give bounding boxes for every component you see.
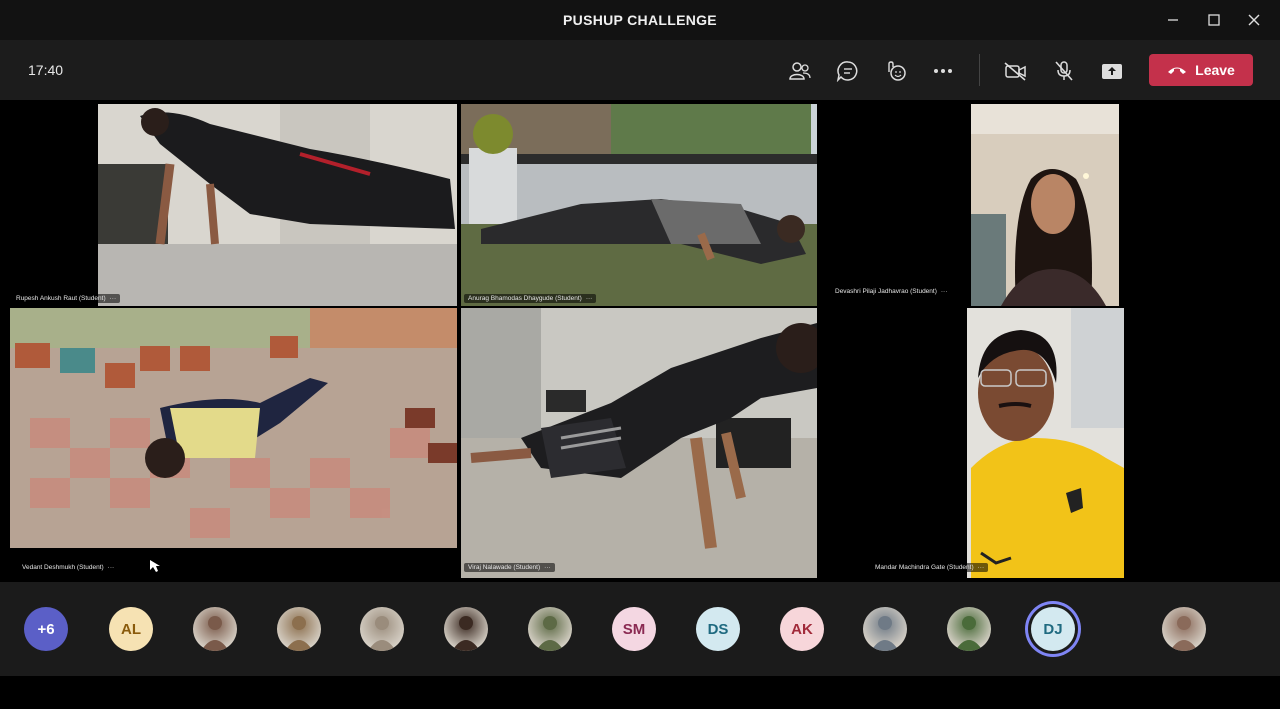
teams-meeting-window: PUSHUP CHALLENGE 17:40 Leave Rupesh Anku… (0, 0, 1280, 709)
avatar-photo-image (536, 616, 564, 651)
avatar-photo-image (368, 616, 396, 651)
participant-name-label: Vedant Deshmukh (Student) ··· (22, 564, 115, 571)
maximize-button[interactable] (1199, 8, 1229, 32)
participant-name-label: Anurag Bhamodas Dhaygude (Student) ··· (464, 294, 597, 303)
video-tile-vedant[interactable]: Vedant Deshmukh (Student) ··· (10, 308, 457, 580)
participant-name-label: Mandar Machindra Gate (Student) ··· (871, 563, 989, 572)
participant-avatar-strip: +6 AL SM DS AK DJ (0, 582, 1280, 676)
people-icon (789, 62, 811, 80)
participant-avatar-photo[interactable] (277, 607, 321, 651)
video-tile-rupesh[interactable]: Rupesh Ankush Raut (Student) ··· (10, 104, 457, 306)
participant-video-feed (461, 104, 817, 306)
video-tile-devashri[interactable]: Devashri Pilaji Jadhavrao (Student) ··· (821, 104, 1221, 306)
avatar-photo-image (1170, 616, 1198, 651)
phone-hangup-icon (1168, 67, 1187, 74)
participant-name-label: Devashri Pilaji Jadhavrao (Student) ··· (831, 287, 952, 296)
participant-avatar[interactable]: AK (780, 607, 824, 651)
camera-off-icon (1004, 62, 1026, 81)
reactions-icon (888, 61, 906, 81)
video-tile-mandar[interactable]: Mandar Machindra Gate (Student) ··· (821, 308, 1221, 578)
avatar-initials: DJ (1043, 620, 1063, 638)
avatar-photo-image (452, 616, 480, 651)
leave-button[interactable]: Leave (1149, 54, 1253, 86)
minimize-button[interactable] (1158, 8, 1188, 32)
participant-avatar-photo[interactable] (444, 607, 488, 651)
avatar-photo-image (201, 616, 229, 651)
video-stage: Rupesh Ankush Raut (Student) ··· Anurag B (0, 100, 1280, 582)
close-icon (1248, 14, 1260, 26)
participant-avatar-photo[interactable] (947, 607, 991, 651)
more-icon (934, 69, 952, 73)
participant-avatar-photo[interactable] (528, 607, 572, 651)
avatar-initials: SM (622, 620, 646, 638)
participants-button[interactable] (784, 56, 816, 86)
participant-avatar[interactable]: DS (696, 607, 740, 651)
meeting-title: PUSHUP CHALLENGE (563, 12, 717, 28)
mic-toggle-button[interactable] (1048, 56, 1080, 86)
participant-video-feed (971, 104, 1119, 306)
participant-avatar-photo[interactable] (863, 607, 907, 651)
chat-button[interactable] (832, 56, 864, 86)
title-bar: PUSHUP CHALLENGE (0, 0, 1280, 40)
avatar-photo-image (871, 616, 899, 651)
avatar-initials: AL (121, 620, 141, 638)
share-icon (1102, 64, 1122, 79)
avatar-initials: +6 (37, 620, 55, 638)
participant-video-feed (10, 308, 457, 580)
share-screen-button[interactable] (1096, 56, 1128, 86)
participant-avatar[interactable]: SM (612, 607, 656, 651)
avatar-initials: DS (707, 620, 729, 638)
close-button[interactable] (1239, 8, 1269, 32)
participant-video-feed (10, 104, 457, 306)
reactions-button[interactable] (880, 56, 912, 86)
video-tile-anurag[interactable]: Anurag Bhamodas Dhaygude (Student) ··· (461, 104, 817, 306)
avatar-initials: AK (791, 620, 813, 638)
minimize-icon (1168, 19, 1178, 21)
participant-video-feed (461, 308, 817, 578)
participant-avatar-photo[interactable] (1162, 607, 1206, 651)
meeting-timer: 17:40 (28, 62, 64, 78)
participant-video-feed (967, 308, 1124, 578)
avatar-photo-image (955, 616, 983, 651)
leave-label: Leave (1195, 62, 1235, 78)
participant-name-label: Rupesh Ankush Raut (Student) ··· (12, 294, 121, 303)
bottom-border (0, 676, 1280, 709)
toolbar-divider (979, 54, 980, 86)
participant-avatar[interactable]: AL (109, 607, 153, 651)
maximize-icon (1208, 14, 1220, 26)
camera-toggle-button[interactable] (1000, 56, 1032, 86)
mic-off-icon (1055, 61, 1073, 81)
meeting-toolbar: 17:40 Leave (0, 40, 1280, 100)
avatar-photo-image (285, 616, 313, 651)
overflow-participants-button[interactable]: +6 (24, 607, 68, 651)
chat-icon (836, 61, 858, 82)
participant-avatar-photo[interactable] (360, 607, 404, 651)
more-actions-button[interactable] (927, 56, 959, 86)
participant-avatar-photo[interactable] (193, 607, 237, 651)
video-tile-viraj[interactable]: Viraj Nalawade (Student) ··· (461, 308, 817, 578)
participant-name-label: Viraj Nalawade (Student) ··· (464, 563, 555, 572)
participant-avatar[interactable]: DJ (1031, 607, 1075, 651)
